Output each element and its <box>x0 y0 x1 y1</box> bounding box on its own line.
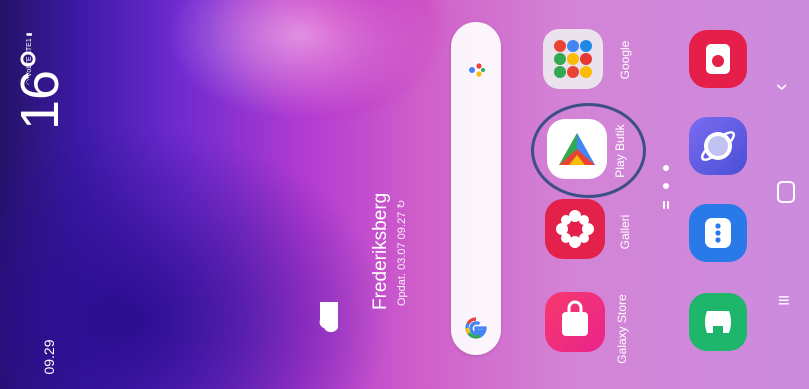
page-indicator[interactable] <box>660 165 672 215</box>
messages-icon <box>705 218 731 248</box>
phone-tile <box>689 293 747 351</box>
camera-app[interactable] <box>689 30 749 90</box>
page-dot-active <box>663 183 669 189</box>
status-time: 09.29 <box>41 339 57 375</box>
camera-icon <box>706 44 730 74</box>
gallery-flower-icon <box>556 210 594 248</box>
camera-tile <box>689 30 747 88</box>
weather-city[interactable]: Frederiksberg <box>370 170 394 310</box>
internet-icon <box>700 131 736 161</box>
messages-tile <box>689 204 747 262</box>
cloud-icon <box>319 302 338 333</box>
gallery-tile <box>545 199 605 259</box>
play-store-label: Play Butik <box>613 124 627 178</box>
weather-updated-text: Opdat. 03.07 09.27 <box>396 211 408 306</box>
page-dash <box>663 201 665 209</box>
gallery-app[interactable] <box>545 199 607 261</box>
weather-temperature[interactable]: 16° <box>10 30 70 130</box>
play-store-tile <box>547 119 607 179</box>
google-folder-label: Google <box>618 40 632 80</box>
play-store-app[interactable] <box>531 103 646 198</box>
messages-app[interactable] <box>689 204 749 264</box>
play-store-icon <box>559 133 595 165</box>
recents-icon[interactable]: ≡ <box>778 290 790 313</box>
galaxy-store-label: Galaxy Store <box>615 294 629 364</box>
mic-icon[interactable] <box>466 56 486 84</box>
google-folder-apps-icon <box>554 40 592 78</box>
galaxy-store-app[interactable] <box>545 292 607 354</box>
google-folder-tile <box>543 29 603 89</box>
phone-icon <box>705 311 731 333</box>
back-icon[interactable]: ‹ <box>768 83 794 90</box>
galaxy-store-bag-icon <box>562 300 588 336</box>
home-icon[interactable] <box>777 181 795 203</box>
refresh-icon[interactable]: ↻ <box>396 200 408 209</box>
internet-tile <box>689 117 747 175</box>
internet-app[interactable] <box>689 117 749 177</box>
page-dot <box>663 165 669 171</box>
google-search-bar[interactable] <box>451 22 501 355</box>
page-dash <box>667 201 669 209</box>
galaxy-store-tile <box>545 292 605 352</box>
gallery-label: Galleri <box>618 214 632 250</box>
weather-updated: Opdat. 03.07 09.27 ↻ <box>395 166 411 306</box>
google-g-icon <box>465 317 487 339</box>
phone-app[interactable] <box>689 293 749 353</box>
google-folder[interactable] <box>543 26 621 96</box>
